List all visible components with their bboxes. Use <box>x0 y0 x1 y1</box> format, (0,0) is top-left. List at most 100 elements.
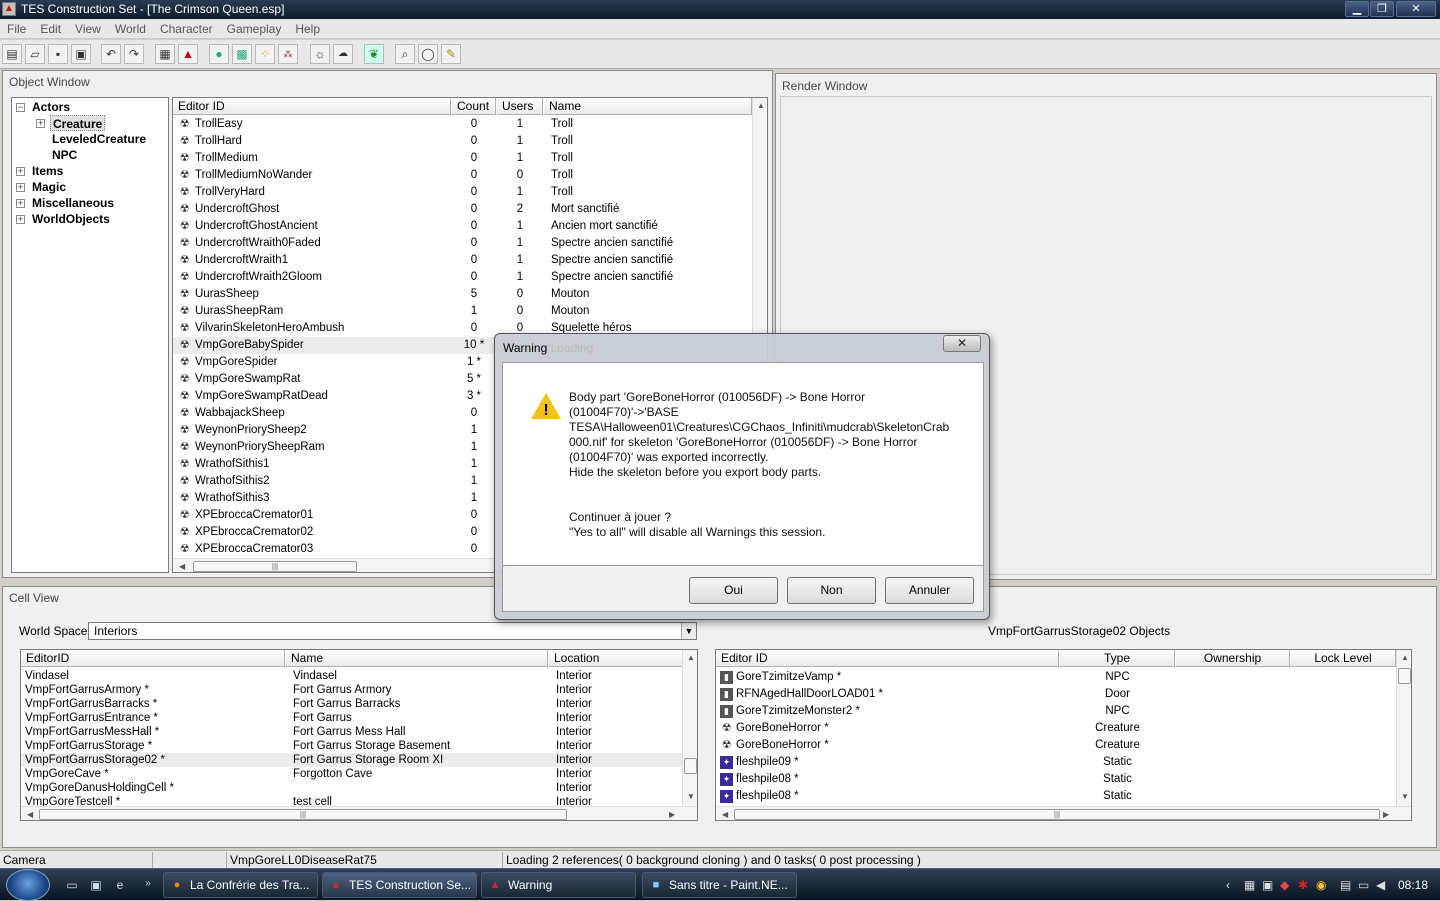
cell-list[interactable]: EditorID Name Location Vindasel Vindasel I… <box>20 649 698 821</box>
new-icon[interactable]: ▤ <box>2 44 22 64</box>
table-row[interactable]: ✦ fleshpile08 * Static <box>716 771 1396 788</box>
table-row[interactable]: Vindasel Vindasel Interior <box>21 669 682 683</box>
search-icon[interactable]: ⌕ <box>395 44 415 64</box>
table-row[interactable]: ☢ UurasSheepRam 1 0 Mouton <box>173 303 752 320</box>
redo-icon[interactable]: ↷ <box>124 44 144 64</box>
tray-antivirus-icon[interactable]: ◆ <box>1280 878 1289 892</box>
table-row[interactable]: ▮ GoreTzimitzeVamp * NPC <box>716 669 1396 686</box>
table-row[interactable]: VmpFortGarrusArmory * Fort Garrus Armory I… <box>21 683 682 697</box>
table-row[interactable]: VmpGoreCave * Forgotton Cave Interior <box>21 767 682 781</box>
menu-view[interactable]: View <box>68 19 108 36</box>
table-row[interactable]: VmpFortGarrusStorage02 * Fort Garrus Stor… <box>21 753 682 767</box>
tray-device-icon[interactable]: ▤ <box>1340 878 1351 892</box>
object-tree[interactable]: − Actors + Creature LeveledCreature NPC + I… <box>11 97 169 573</box>
table-row[interactable]: VmpFortGarrusMessHall * Fort Garrus Mess … <box>21 725 682 739</box>
table-row[interactable]: VmpGoreDanusHoldingCell * Interior <box>21 781 682 795</box>
open-icon[interactable]: ▱ <box>25 44 45 64</box>
table-row[interactable]: ☢ UndercroftWraith2Gloom 0 1 Spectre ancien … <box>173 269 752 286</box>
table-row[interactable]: ☢ GoreBoneHorror * Creature <box>716 720 1396 737</box>
grid-icon[interactable]: ▦ <box>155 44 175 64</box>
column-header-lock-level[interactable]: Lock Level <box>1291 650 1396 667</box>
world-space-select[interactable]: Interiors ▼ <box>88 622 697 640</box>
menu-help[interactable]: Help <box>288 19 327 36</box>
save-as-icon[interactable]: ▣ <box>71 44 91 64</box>
menu-character[interactable]: Character <box>153 19 220 36</box>
column-header-name[interactable]: Name <box>286 650 548 667</box>
objects-hscroll[interactable]: ◀ ||| ▶ <box>716 806 1411 820</box>
havok-icon[interactable]: ⁂ <box>278 44 298 64</box>
column-header-location[interactable]: Location <box>549 650 683 667</box>
expand-icon[interactable]: + <box>16 199 25 208</box>
path-grid-icon[interactable]: ⁘ <box>255 44 275 64</box>
tray-security-icon[interactable]: ◉ <box>1316 878 1326 892</box>
landscape-icon[interactable]: ● <box>209 44 229 64</box>
expand-icon[interactable]: + <box>36 119 45 128</box>
collapse-icon[interactable]: − <box>16 103 25 112</box>
menu-gameplay[interactable]: Gameplay <box>220 19 289 36</box>
tray-expand-icon[interactable]: ‹ <box>1226 878 1230 892</box>
minimize-button[interactable]: ▁ <box>1345 1 1369 17</box>
expand-icon[interactable]: + <box>16 183 25 192</box>
table-row[interactable]: VmpFortGarrusStorage * Fort Garrus Storag… <box>21 739 682 753</box>
column-header-ownership[interactable]: Ownership <box>1176 650 1290 667</box>
quicklaunch-more-icon[interactable]: » <box>140 878 156 892</box>
yes-button[interactable]: Oui <box>689 577 778 604</box>
cell-list-vscroll[interactable]: ▲ ▼ <box>682 650 697 806</box>
tray-volume-icon[interactable]: ◀ <box>1376 878 1385 892</box>
map-icon[interactable]: ▩ <box>232 44 252 64</box>
lasso-icon[interactable]: ◯ <box>418 44 438 64</box>
cell-objects-list[interactable]: Editor ID Type Ownership Lock Level ▮ Gor… <box>715 649 1412 821</box>
start-button[interactable] <box>6 869 50 901</box>
column-header-editor-id[interactable]: Editor ID <box>716 650 1059 667</box>
column-header-count[interactable]: Count <box>452 98 496 115</box>
column-header-type[interactable]: Type <box>1060 650 1175 667</box>
menu-world[interactable]: World <box>108 19 153 36</box>
cancel-button[interactable]: Annuler <box>885 577 974 604</box>
table-row[interactable]: ☢ UndercroftWraith1 0 1 Spectre ancien sanct… <box>173 252 752 269</box>
menu-edit[interactable]: Edit <box>33 19 68 36</box>
cell-list-hscroll[interactable]: ◀ ||| ▶ <box>21 806 697 820</box>
column-header-editor-id[interactable]: Editor ID <box>173 98 451 115</box>
light-icon[interactable]: ☼ <box>310 44 330 64</box>
scroll-thumb[interactable]: ||| <box>193 561 357 572</box>
scroll-thumb[interactable]: ||| <box>39 809 567 820</box>
dialog-close-button[interactable]: ✕ <box>943 335 981 352</box>
table-row[interactable]: ☢ TrollMedium 0 1 Troll <box>173 150 752 167</box>
snap-icon[interactable]: ▲ <box>178 44 198 64</box>
table-row[interactable]: ☢ TrollHard 0 1 Troll <box>173 133 752 150</box>
table-row[interactable]: VmpFortGarrusBarracks * Fort Garrus Barra… <box>21 697 682 711</box>
table-row[interactable]: ▮ GoreTzimitzeMonster2 * NPC <box>716 703 1396 720</box>
table-row[interactable]: VmpFortGarrusEntrance * Fort Garrus Interi… <box>21 711 682 725</box>
task-tescs[interactable]: ▲ TES Construction Se... <box>322 872 477 898</box>
table-row[interactable]: ☢ TrollVeryHard 0 1 Troll <box>173 184 752 201</box>
show-desktop-icon[interactable]: ▭ <box>64 878 80 892</box>
close-button[interactable]: ✕ <box>1396 1 1436 17</box>
column-header-editorid[interactable]: EditorID <box>21 650 285 667</box>
table-row[interactable]: ☢ UndercroftWraith0Faded 0 1 Spectre ancien … <box>173 235 752 252</box>
task-paint[interactable]: ■ Sans titre - Paint.NE... <box>642 872 797 898</box>
menu-file[interactable]: File <box>0 19 33 36</box>
save-icon[interactable]: ▪ <box>48 44 68 64</box>
leaf-icon[interactable]: ❦ <box>364 44 384 64</box>
expand-icon[interactable]: + <box>16 215 25 224</box>
table-row[interactable]: ☢ GoreBoneHorror * Creature <box>716 737 1396 754</box>
table-row[interactable]: ☢ TrollMediumNoWander 0 0 Troll <box>173 167 752 184</box>
table-row[interactable]: ☢ UurasSheep 5 0 Mouton <box>173 286 752 303</box>
column-header-name[interactable]: Name <box>544 98 752 115</box>
scroll-thumb[interactable] <box>1398 668 1411 684</box>
scroll-thumb[interactable]: ||| <box>734 809 1380 820</box>
task-warning[interactable]: ▲ Warning <box>481 872 636 898</box>
expand-icon[interactable]: + <box>16 167 25 176</box>
clock[interactable]: 08:18 <box>1398 878 1428 892</box>
scroll-thumb[interactable] <box>684 758 697 774</box>
column-header-users[interactable]: Users <box>497 98 543 115</box>
app-icon[interactable]: ▲ <box>2 2 16 16</box>
pencil-icon[interactable]: ✎ <box>441 44 461 64</box>
table-row[interactable]: ☢ UndercroftGhostAncient 0 1 Ancien mort san… <box>173 218 752 235</box>
table-row[interactable]: ☢ TrollEasy 0 1 Troll <box>173 116 752 133</box>
tray-app-icon[interactable]: ▣ <box>1262 878 1273 892</box>
sky-icon[interactable]: ☁ <box>333 44 353 64</box>
tray-redapp-icon[interactable]: ✱ <box>1298 878 1308 892</box>
undo-icon[interactable]: ↶ <box>101 44 121 64</box>
no-button[interactable]: Non <box>787 577 876 604</box>
